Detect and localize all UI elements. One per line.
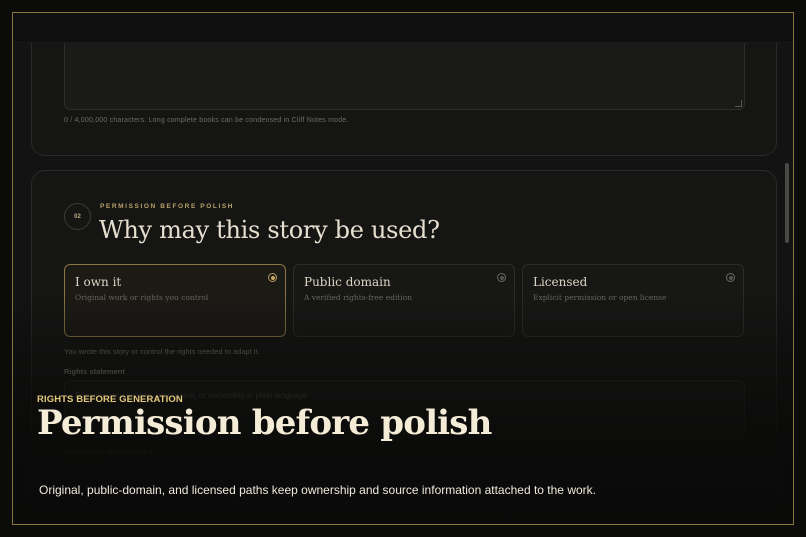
option-own-it[interactable]: I own it Original work or rights you con…: [64, 264, 286, 337]
character-count: 0 / 4,000,000 characters. Long complete …: [64, 117, 349, 124]
caption-title: Permission before polish: [37, 403, 492, 443]
radio-selected-icon[interactable]: [268, 273, 277, 282]
scroll-area[interactable]: 0 / 4,000,000 characters. Long complete …: [13, 43, 793, 524]
rights-statement-label: Rights statement: [64, 367, 125, 376]
option-subtitle: Original work or rights you control: [75, 293, 209, 302]
option-licensed[interactable]: Licensed Explicit permission or open lic…: [522, 264, 744, 337]
option-title: I own it: [75, 275, 122, 289]
source-urls-hint: (one per line): [64, 460, 106, 467]
option-title: Public domain: [304, 275, 391, 289]
section-eyebrow: PERMISSION BEFORE POLISH: [100, 203, 235, 210]
option-title: Licensed: [533, 275, 588, 289]
story-input-card: 0 / 4,000,000 characters. Long complete …: [31, 43, 777, 156]
selected-option-note: You wrote this story or control the righ…: [64, 347, 260, 356]
step-number-badge: 02: [64, 203, 91, 230]
permission-card: 02 PERMISSION BEFORE POLISH Why may this…: [31, 170, 777, 524]
scrollbar-thumb[interactable]: [785, 163, 789, 243]
caption-body: Original, public-domain, and licensed pa…: [39, 483, 596, 497]
option-subtitle: Explicit permission or open license: [533, 293, 667, 302]
radio-unselected-icon[interactable]: [726, 273, 735, 282]
option-public-domain[interactable]: Public domain A verified rights-free edi…: [293, 264, 515, 337]
top-bar: [13, 13, 793, 43]
option-subtitle: A verified rights-free edition: [304, 293, 413, 302]
story-textarea[interactable]: [64, 43, 745, 110]
app-frame: 0 / 4,000,000 characters. Long complete …: [12, 12, 794, 525]
radio-unselected-icon[interactable]: [497, 273, 506, 282]
source-urls-label: Supporting source URLs: [64, 447, 153, 456]
resize-grip-icon[interactable]: [735, 100, 742, 107]
section-title: Why may this story be used?: [99, 216, 440, 244]
